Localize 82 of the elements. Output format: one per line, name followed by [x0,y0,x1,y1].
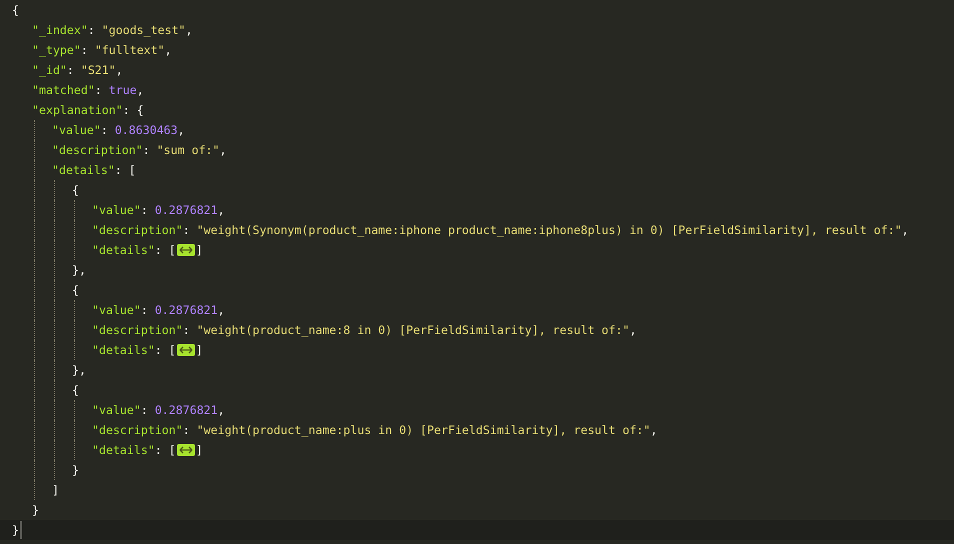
json-key: "details" [52,163,115,177]
string-value: "sum of:" [156,143,220,157]
punctuation: : [140,403,148,417]
punctuation: } [12,523,19,537]
punctuation: { [72,383,79,397]
double-arrow-icon[interactable] [176,344,195,356]
punctuation: : [80,43,88,57]
punctuation: } [72,363,79,377]
number-value: 0.2876821 [154,203,218,217]
json-key: "value" [52,123,101,137]
punctuation: , [116,63,123,77]
punctuation: : [100,123,108,137]
punctuation: } [72,263,79,277]
punctuation: : [114,163,122,177]
string-value: "fulltext" [94,43,165,57]
punctuation: : [154,243,162,257]
punctuation: { [72,283,79,297]
punctuation: , [218,403,225,417]
double-arrow-icon[interactable] [176,444,195,456]
punctuation: ] [52,483,59,497]
punctuation: } [72,463,79,477]
json-key: "_index" [32,23,88,37]
punctuation: , [902,223,909,237]
punctuation: ] [196,243,203,257]
json-key: "details" [92,443,155,457]
boolean-value: true [108,83,137,97]
string-value: "weight(product_name:8 in 0) [PerFieldSimilarity], result of:" [196,323,630,337]
punctuation: : [66,63,74,77]
number-value: 0.2876821 [154,303,218,317]
punctuation: , [136,83,144,97]
punctuation: [ [168,443,176,457]
json-key: "value" [92,203,141,217]
punctuation: , [78,363,86,377]
punctuation: , [220,143,226,157]
punctuation: : [88,23,95,37]
punctuation: : [182,323,190,337]
punctuation: : [94,83,102,97]
punctuation: , [629,323,636,337]
punctuation: : [182,223,190,237]
json-key: "description" [92,423,183,437]
punctuation: { [72,183,79,197]
punctuation: : [182,423,190,437]
punctuation: [ [128,163,136,177]
json-key: "details" [92,343,155,357]
punctuation: [ [168,243,176,257]
punctuation: : [140,203,148,217]
punctuation: : [154,343,162,357]
punctuation: ] [196,343,203,357]
punctuation: ] [196,443,203,457]
punctuation: : [122,103,130,117]
json-key: "explanation" [32,103,123,117]
string-value: "S21" [80,63,116,77]
json-key: "_type" [32,43,81,57]
json-key: "matched" [32,83,95,97]
string-value: "weight(Synonym(product_name:iphone product_name:iphone8plus) in 0) [PerFieldSimilarity], result of:" [196,223,902,237]
punctuation: , [218,303,225,317]
punctuation: : [154,443,162,457]
json-key: "value" [92,403,141,417]
punctuation: , [178,123,185,137]
punctuation: , [218,203,225,217]
json-key: "value" [92,303,141,317]
punctuation: { [12,3,19,17]
punctuation: , [186,23,193,37]
string-value: "weight(product_name:plus in 0) [PerFieldSimilarity], result of:" [196,423,650,437]
json-key: "description" [92,323,183,337]
punctuation: : [142,143,150,157]
json-key: "details" [92,243,155,257]
json-key: "_id" [32,63,67,77]
punctuation: } [32,503,39,517]
punctuation: : [140,303,148,317]
json-key: "description" [92,223,183,237]
punctuation: { [136,103,144,117]
string-value: "goods_test" [102,23,186,37]
punctuation: , [650,423,658,437]
double-arrow-icon[interactable] [176,244,195,256]
punctuation: , [164,43,172,57]
number-value: 0.2876821 [154,403,218,417]
punctuation: [ [168,343,176,357]
text-cursor [20,521,22,539]
punctuation: , [78,263,86,277]
json-key: "description" [52,143,143,157]
number-value: 0.8630463 [114,123,178,137]
